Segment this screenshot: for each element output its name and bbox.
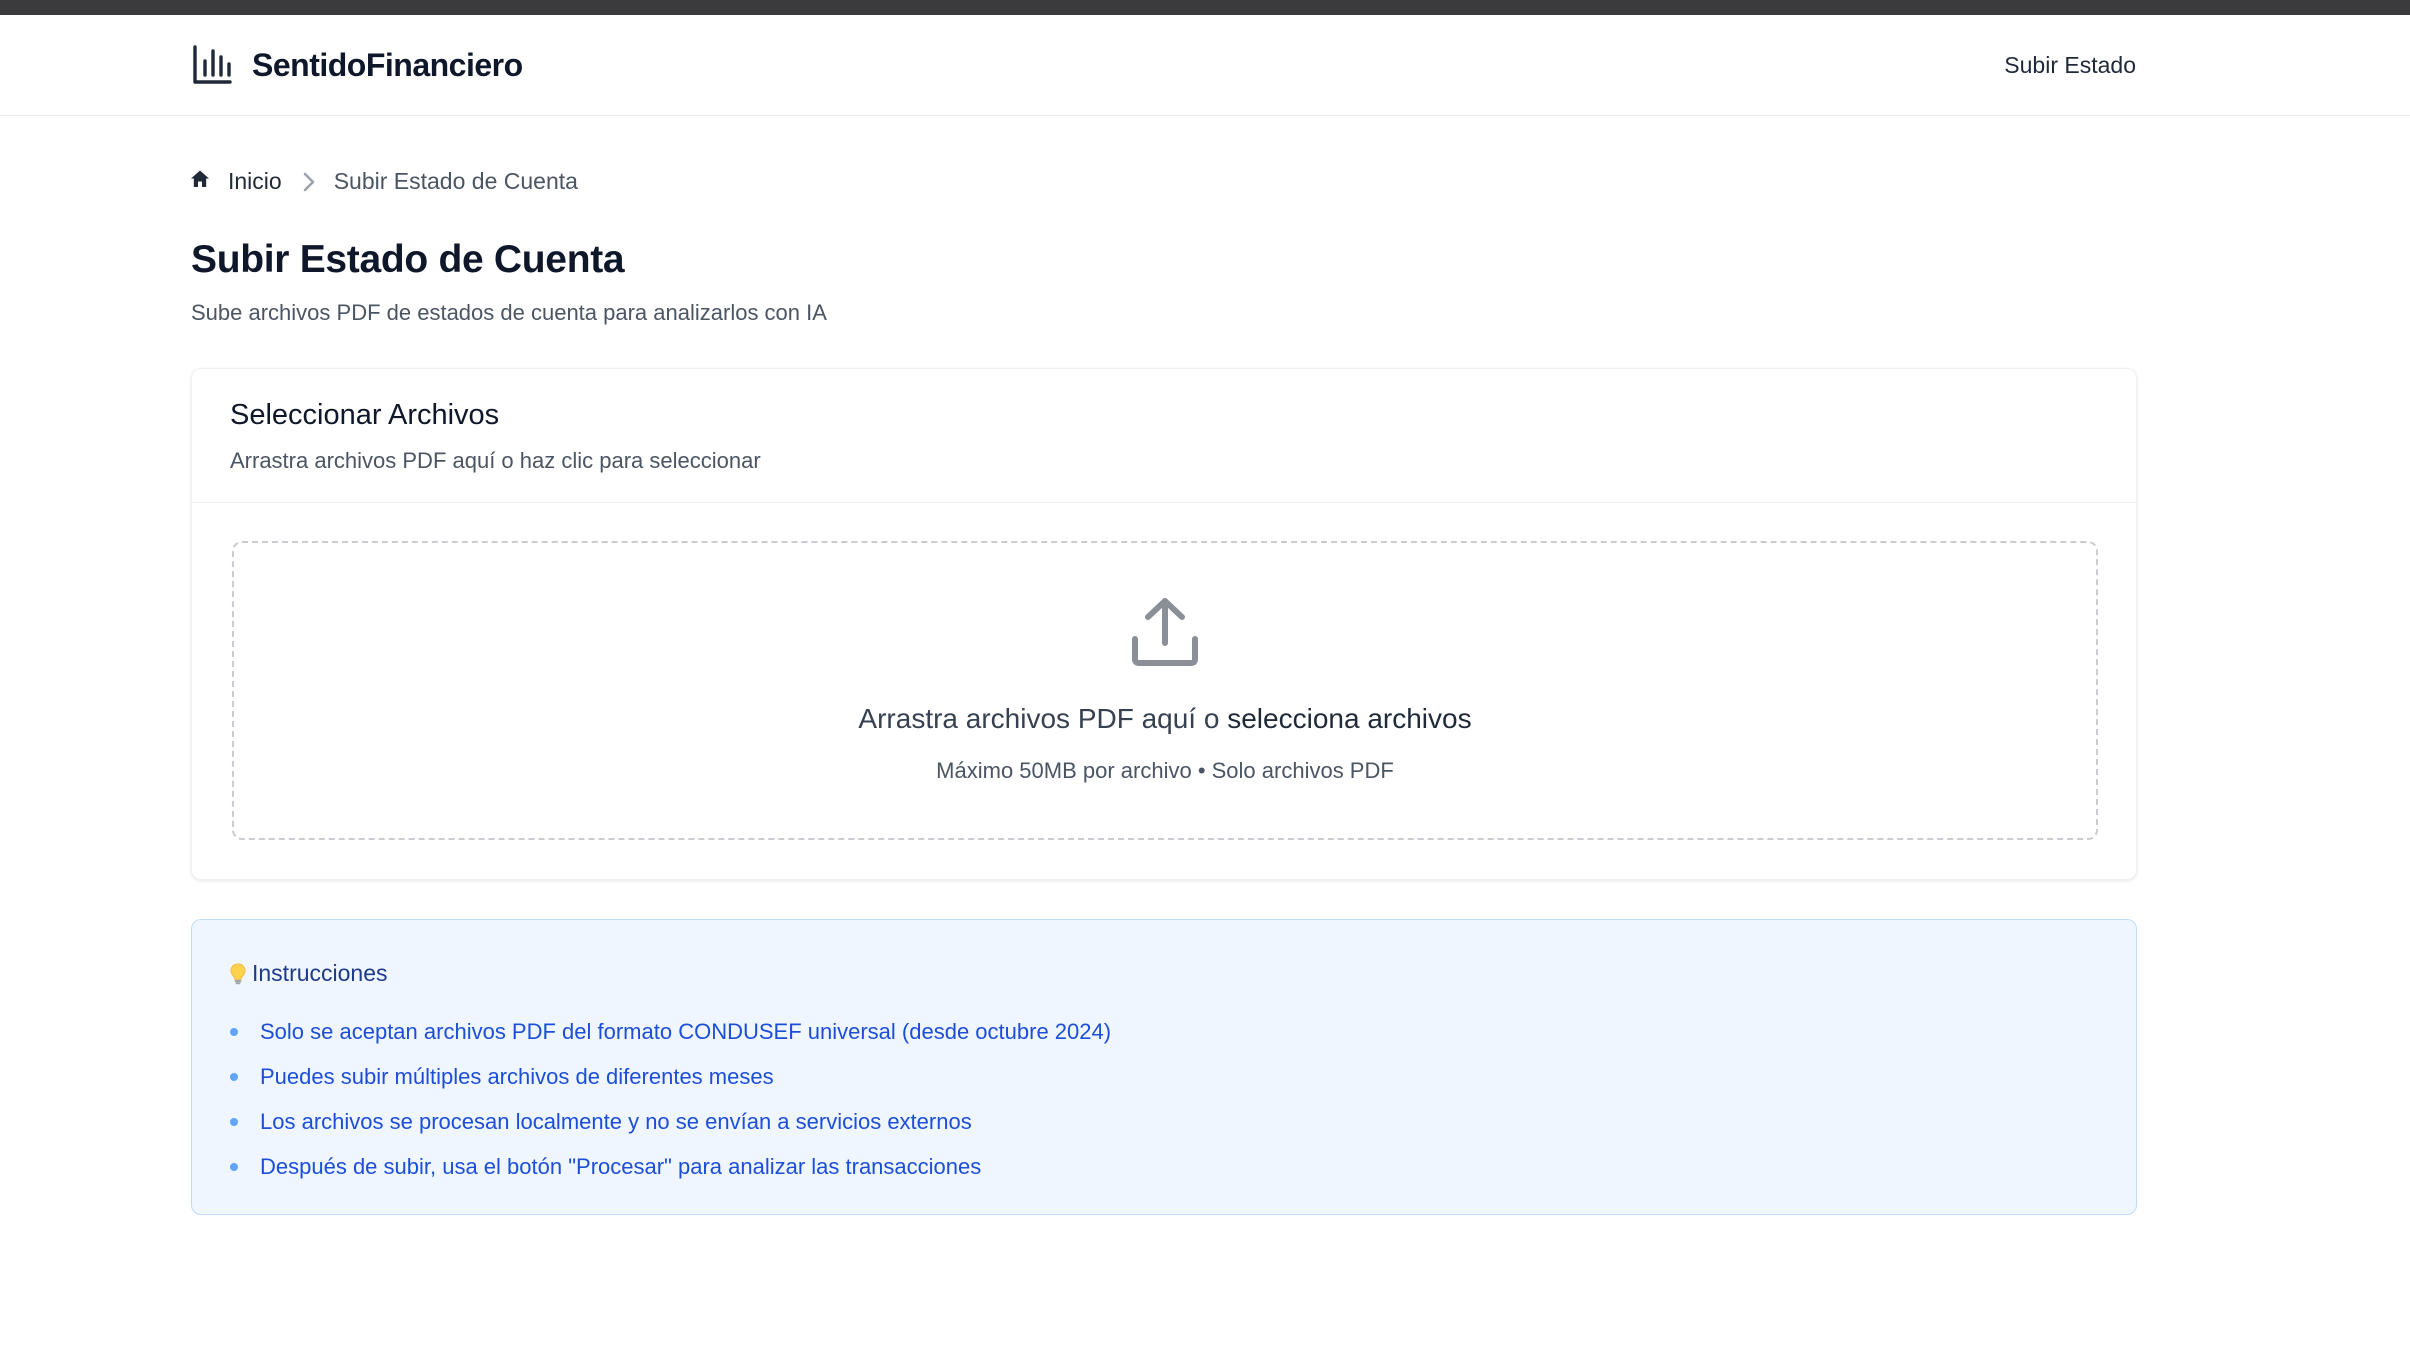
nav-link-subir-estado[interactable]: Subir Estado	[2004, 52, 2136, 79]
page-title: Subir Estado de Cuenta	[191, 238, 625, 281]
list-item-text: Los archivos se procesan localmente y no…	[260, 1108, 972, 1134]
bullet-icon	[230, 1027, 238, 1036]
upload-card: Seleccionar Archivos Arrastra archivos P…	[191, 368, 2137, 880]
instructions-panel: Instrucciones Solo se aceptan archivos P…	[191, 919, 2137, 1215]
upload-card-description: Arrastra archivos PDF aquí o haz clic pa…	[230, 448, 761, 473]
list-item-text: Después de subir, usa el botón "Procesar…	[260, 1153, 982, 1179]
list-item-text: Puedes subir múltiples archivos de difer…	[260, 1063, 774, 1089]
dropzone-hint: Máximo 50MB por archivo • Solo archivos …	[936, 758, 1394, 783]
breadcrumb-home-link[interactable]: Inicio	[190, 168, 282, 195]
dropzone-prompt: Arrastra archivos PDF aquí o	[858, 703, 1228, 734]
instructions-list: Solo se aceptan archivos PDF del formato…	[230, 1009, 1111, 1189]
instructions-title: Instrucciones	[230, 960, 388, 987]
list-item: Después de subir, usa el botón "Procesar…	[230, 1144, 1111, 1189]
bullet-icon	[230, 1072, 238, 1081]
home-icon	[190, 168, 228, 195]
navbar: SentidoFinanciero Subir Estado	[0, 15, 2410, 116]
file-dropzone[interactable]: Arrastra archivos PDF aquí o selecciona …	[232, 541, 2098, 840]
instructions-title-label: Instrucciones	[252, 960, 388, 986]
bar-chart-icon	[192, 45, 232, 85]
upload-icon	[1131, 597, 1199, 672]
breadcrumb: Inicio Subir Estado de Cuenta	[190, 168, 578, 195]
select-files-link[interactable]: selecciona archivos	[1227, 703, 1471, 734]
list-item: Los archivos se procesan localmente y no…	[230, 1099, 1111, 1144]
upload-card-title: Seleccionar Archivos	[230, 399, 500, 431]
bullet-icon	[230, 1162, 238, 1171]
breadcrumb-current: Subir Estado de Cuenta	[333, 168, 578, 194]
list-item: Solo se aceptan archivos PDF del formato…	[230, 1009, 1111, 1054]
upload-card-header: Seleccionar Archivos Arrastra archivos P…	[192, 369, 2136, 503]
chevron-right-icon	[302, 171, 316, 193]
breadcrumb-home-label: Inicio	[228, 168, 282, 194]
list-item-text: Solo se aceptan archivos PDF del formato…	[260, 1018, 1112, 1044]
brand-logo[interactable]: SentidoFinanciero	[192, 45, 523, 85]
list-item: Puedes subir múltiples archivos de difer…	[230, 1054, 1111, 1099]
page-subtitle: Sube archivos PDF de estados de cuenta p…	[191, 300, 827, 325]
dropzone-main-text: Arrastra archivos PDF aquí o selecciona …	[234, 703, 2096, 735]
window-top-strip	[0, 0, 2410, 15]
brand-name: SentidoFinanciero	[252, 46, 523, 83]
lightbulb-icon	[230, 962, 246, 985]
bullet-icon	[230, 1117, 238, 1126]
